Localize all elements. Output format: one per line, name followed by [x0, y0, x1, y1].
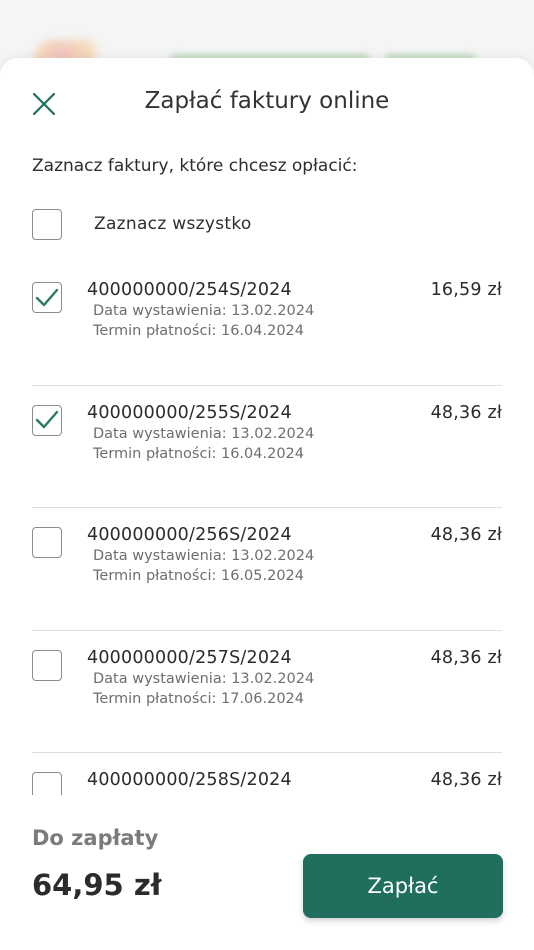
- page-title: Zapłać faktury online: [144, 88, 390, 114]
- invoice-amount: 16,59 zł: [430, 280, 502, 300]
- invoice-due-date: Termin płatności: 16.04.2024: [93, 445, 305, 462]
- check-icon: [35, 410, 59, 429]
- invoice-issue-date: Data wystawienia: 13.02.2024: [93, 303, 315, 319]
- invoice-number: 400000000/254S/2024: [87, 280, 292, 300]
- invoice-issue-date: Data wystawienia: 13.02.2024: [93, 548, 315, 564]
- invoice-checkbox[interactable]: [32, 404, 62, 436]
- payment-footer: Do zapłaty 64,95 zł Zapłać: [0, 810, 534, 950]
- invoice-amount: 48,36 zł: [430, 647, 502, 668]
- invoice-amount: 48,36 zł: [430, 402, 502, 423]
- invoice-number: 400000000/255S/2024: [87, 402, 292, 423]
- invoice-item[interactable]: 400000000/256S/2024 48,36 zł Data wystaw…: [32, 508, 502, 631]
- invoice-item[interactable]: 400000000/257S/2024 48,36 zł Data wystaw…: [32, 631, 502, 753]
- check-icon: [35, 288, 59, 306]
- invoice-issue-date: Data wystawienia: 13.02.2024: [93, 425, 315, 442]
- pay-button[interactable]: Zapłać: [303, 854, 503, 918]
- invoice-amount: 48,36 zł: [430, 525, 502, 545]
- invoice-checkbox[interactable]: [32, 282, 62, 313]
- select-all-label: Zaznacz wszystko: [94, 214, 252, 234]
- invoice-checkbox[interactable]: [32, 527, 62, 558]
- pay-invoices-sheet: Zapłać faktury online Zaznacz faktury, k…: [0, 58, 534, 950]
- select-all-row[interactable]: Zaznacz wszystko: [32, 208, 252, 240]
- invoice-due-date: Termin płatności: 16.04.2024: [93, 323, 305, 339]
- sheet-header: Zapłać faktury online: [0, 58, 534, 148]
- invoice-amount: 48,36 zł: [430, 770, 502, 790]
- invoice-item[interactable]: 400000000/258S/2024 48,36 zł: [32, 753, 502, 795]
- select-all-checkbox[interactable]: [32, 208, 62, 240]
- instructions-text: Zaznacz faktury, które chcesz opłacić:: [32, 156, 358, 176]
- invoice-item[interactable]: 400000000/254S/2024 16,59 zł Data wystaw…: [32, 263, 502, 386]
- invoice-item[interactable]: 400000000/255S/2024 48,36 zł Data wystaw…: [32, 386, 502, 508]
- invoice-number: 400000000/256S/2024: [87, 525, 292, 545]
- invoice-list[interactable]: 400000000/254S/2024 16,59 zł Data wystaw…: [0, 263, 534, 795]
- invoice-issue-date: Data wystawienia: 13.02.2024: [93, 670, 315, 687]
- to-pay-amount: 64,95 zł: [32, 868, 162, 902]
- invoice-due-date: Termin płatności: 16.05.2024: [93, 568, 305, 584]
- invoice-number: 400000000/258S/2024: [87, 770, 292, 790]
- invoice-checkbox[interactable]: [32, 772, 62, 795]
- invoice-checkbox[interactable]: [32, 649, 62, 681]
- to-pay-label: Do zapłaty: [32, 826, 159, 850]
- invoice-number: 400000000/257S/2024: [87, 647, 292, 668]
- invoice-due-date: Termin płatności: 17.06.2024: [93, 690, 305, 707]
